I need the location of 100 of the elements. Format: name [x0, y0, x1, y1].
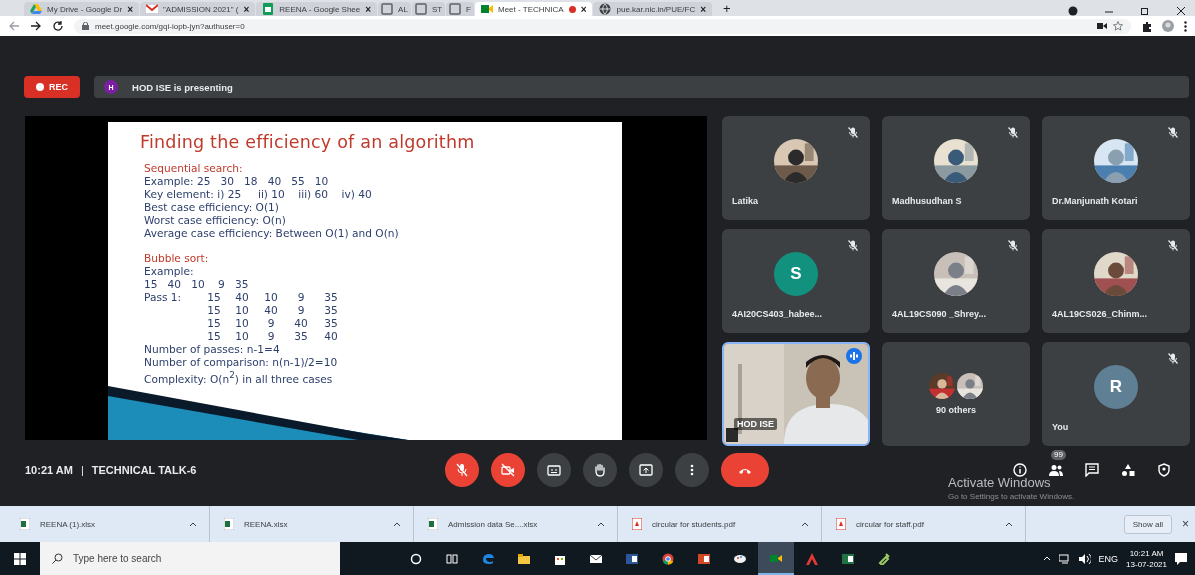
menu-icon[interactable] — [1184, 20, 1187, 32]
taskbar-search-field[interactable]: Type here to search — [40, 542, 340, 575]
extensions-icon[interactable] — [1141, 20, 1152, 32]
browser-tab[interactable]: REENA - Google Shee × — [256, 2, 378, 16]
back-icon[interactable] — [8, 20, 20, 32]
browser-icon[interactable] — [662, 552, 674, 565]
show-all-button[interactable]: Show all — [1123, 514, 1172, 534]
participant-tile[interactable]: S 4AI20CS403_habee... — [722, 229, 870, 333]
more-options-button[interactable] — [675, 453, 709, 487]
mail-icon[interactable] — [590, 552, 602, 565]
camera-off-button[interactable] — [491, 453, 525, 487]
participant-tile[interactable]: 4AL19CS090 _Shrey... — [882, 229, 1030, 333]
participant-tile[interactable]: Madhusudhan S — [882, 116, 1030, 220]
close-tab-button[interactable]: × — [580, 3, 587, 15]
info-button[interactable] — [1013, 463, 1027, 477]
caret-icon[interactable] — [1005, 521, 1013, 527]
browser-tab[interactable]: pue.kar.nic.in/PUE/FC × — [593, 2, 713, 16]
chat-button[interactable] — [1085, 463, 1099, 477]
close-tab-button[interactable]: × — [127, 3, 133, 15]
participant-avatar: R — [1094, 365, 1138, 409]
present-button[interactable] — [629, 453, 663, 487]
slide-number: 35 — [323, 316, 339, 330]
windows-start-icon[interactable] — [14, 552, 26, 565]
language-indicator[interactable]: ENG — [1098, 553, 1119, 564]
spreadsheet-app-icon[interactable] — [842, 552, 854, 565]
participant-tile[interactable]: Dr.Manjunath Kotari — [1042, 116, 1190, 220]
slide-number: 40 — [293, 316, 309, 330]
captions-icon — [547, 463, 561, 477]
slide-number: 40 — [263, 304, 279, 317]
participant-tile[interactable]: R You — [1042, 342, 1190, 446]
taskbar-app-button[interactable] — [758, 542, 794, 575]
network-icon[interactable] — [1058, 553, 1071, 564]
microphone-off-button[interactable] — [445, 453, 479, 487]
notification-icon[interactable] — [1175, 552, 1187, 565]
caret-icon[interactable] — [393, 521, 401, 527]
pdf-app-icon[interactable] — [806, 552, 818, 565]
count-badge: 99 — [1051, 450, 1066, 460]
drive-icon — [30, 3, 42, 15]
forward-icon[interactable] — [30, 20, 42, 32]
tab-title: "ADMISSION 2021" ( — [162, 4, 239, 14]
new-tab-button[interactable]: + — [713, 1, 741, 16]
slide-number: 9 — [266, 329, 276, 343]
participant-tile[interactable]: Latika — [722, 116, 870, 220]
slide-number: 10 — [234, 329, 250, 343]
restore-icon[interactable] — [1140, 6, 1150, 16]
reload-icon[interactable] — [52, 20, 64, 32]
section-heading: Sequential search: — [144, 162, 244, 175]
participant-tile[interactable]: 4AL19CS026_Chinm... — [1042, 229, 1190, 333]
meeting-time: 10:21 AM — [25, 464, 73, 476]
microphone-off-icon — [455, 463, 469, 477]
task-view-icon[interactable] — [446, 552, 458, 565]
folder-icon[interactable] — [518, 552, 530, 565]
star-icon[interactable] — [1113, 21, 1123, 31]
browser-tab[interactable]: "ADMISSION 2021" ( × — [139, 2, 256, 16]
spreadsheet-file-icon — [20, 518, 30, 530]
pen-icon[interactable] — [878, 552, 890, 565]
camera-icon — [1097, 22, 1107, 30]
caret-icon[interactable] — [189, 521, 197, 527]
close-tab-button[interactable]: × — [243, 3, 250, 15]
circle-icon[interactable] — [410, 552, 422, 565]
slide-number: 10 — [234, 316, 250, 330]
close-icon[interactable] — [1176, 6, 1186, 16]
section-heading: Bubble sort: — [144, 252, 210, 266]
captions-button[interactable] — [537, 453, 571, 487]
participant-name: Latika — [732, 196, 758, 206]
volume-icon[interactable] — [1078, 553, 1091, 564]
profile-icon[interactable] — [1162, 20, 1174, 32]
slide-number: 15 — [206, 291, 222, 305]
document-app-icon[interactable] — [626, 552, 638, 565]
browser-tab[interactable]: Meet - TECHNICA × — [475, 2, 593, 16]
account-icon[interactable] — [1068, 6, 1078, 16]
caret-icon[interactable] — [597, 521, 605, 527]
activities-icon — [1121, 463, 1135, 477]
recording-badge: REC — [24, 76, 80, 98]
file-name: circular for staff.pdf — [856, 519, 925, 529]
browser-tab[interactable]: AL — [378, 2, 411, 16]
spreadsheet-file-icon — [428, 518, 438, 530]
participant-name: 4AL19CS090 _Shrey... — [892, 309, 986, 319]
participant-tile[interactable]: 90 others — [882, 342, 1030, 446]
browser-tab[interactable]: ST — [411, 2, 446, 16]
activation-notice-text: Go to Settings to activate Windows. — [948, 493, 1075, 501]
activities-button[interactable] — [1121, 463, 1135, 477]
raise-hand-button[interactable] — [583, 453, 617, 487]
close-tab-button[interactable]: × — [700, 3, 707, 15]
end-call-button[interactable] — [721, 453, 769, 487]
info-icon — [1013, 463, 1027, 477]
chevron-up-icon[interactable] — [1042, 556, 1051, 561]
close-tab-button[interactable]: × — [365, 3, 372, 15]
slide-text: Key element: i) 25 ii) 10 iii) 60 iv) 40 — [144, 187, 373, 201]
participant-tile[interactable]: HOD ISE — [722, 342, 870, 446]
close-button[interactable]: × — [1182, 517, 1189, 531]
shield-button[interactable] — [1157, 463, 1171, 477]
slide-number: 9 — [296, 304, 306, 317]
lock-icon — [82, 22, 89, 30]
browser-tab[interactable]: My Drive - Google Dr × — [24, 2, 139, 16]
address-bar[interactable]: meet.google.com/gqi-iopb-jyn?authuser=0 — [74, 18, 1131, 34]
caret-icon[interactable] — [801, 521, 809, 527]
participant-name: Madhusudhan S — [892, 196, 962, 206]
browser-tab[interactable]: F — [446, 2, 474, 16]
presentation-app-icon[interactable] — [698, 552, 710, 565]
